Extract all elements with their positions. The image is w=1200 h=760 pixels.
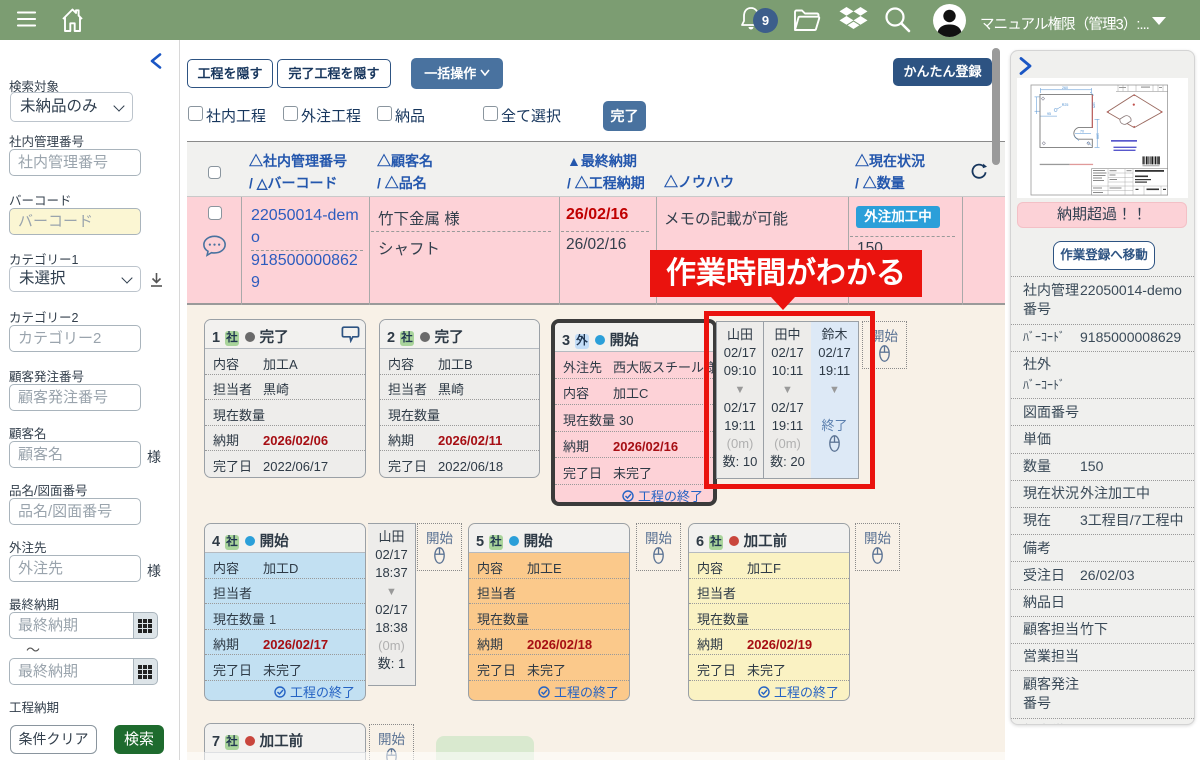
svg-text:70: 70 xyxy=(1080,129,1084,133)
svg-text:R25: R25 xyxy=(1062,103,1069,107)
svg-text:95: 95 xyxy=(1047,112,1051,116)
svg-text:100: 100 xyxy=(1095,133,1099,139)
svg-text:165: 165 xyxy=(1092,102,1096,108)
svg-text:260: 260 xyxy=(1062,86,1068,90)
